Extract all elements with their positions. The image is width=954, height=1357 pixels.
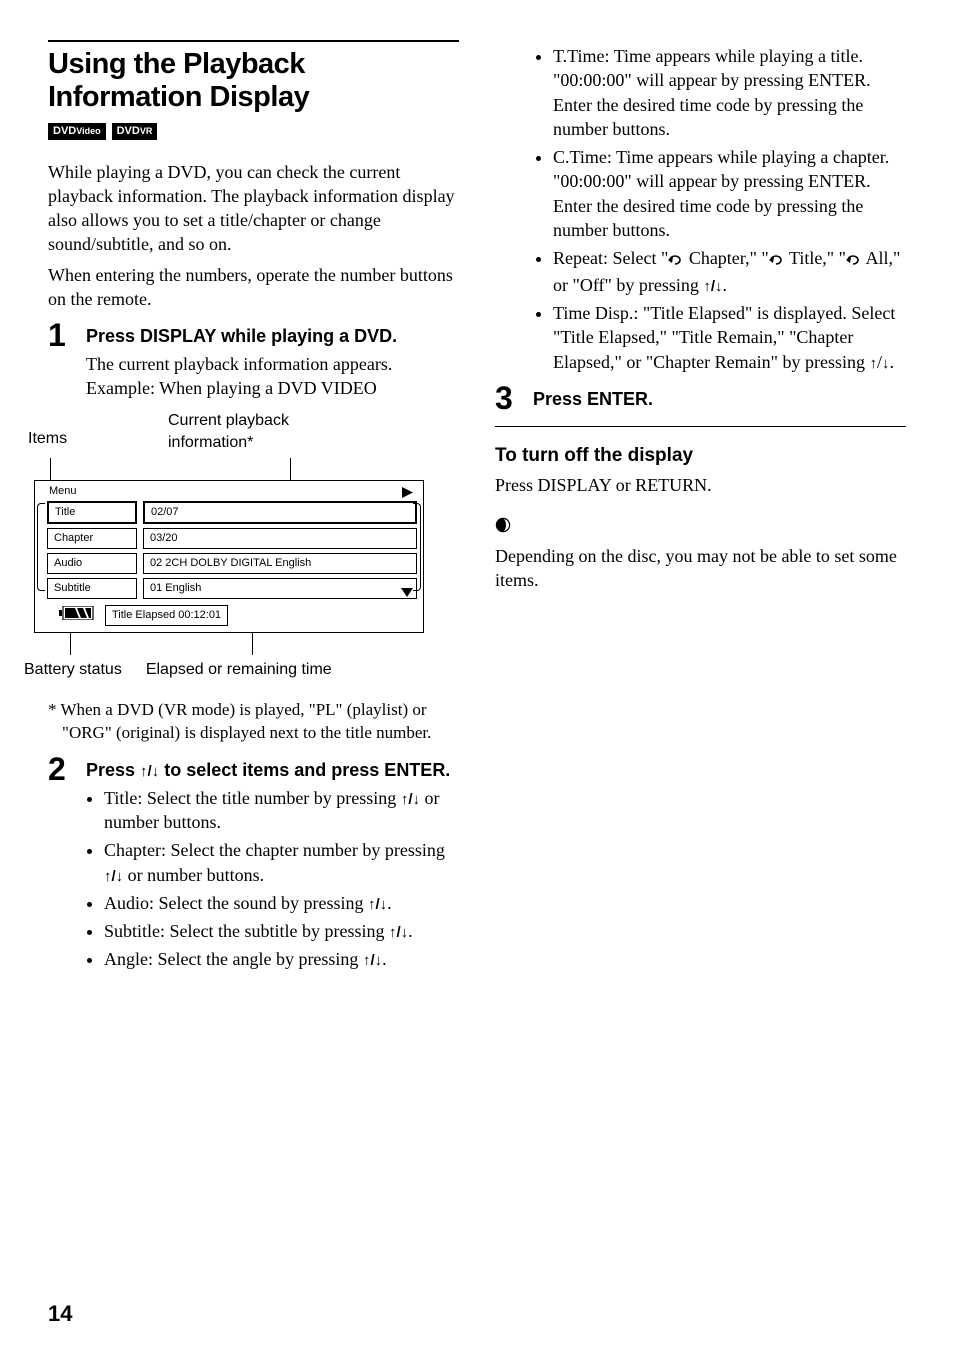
bullet-chapter: Chapter: Select the chapter number by pr…: [104, 838, 459, 887]
repeat-icon: [668, 248, 684, 272]
osd-row-audio-label: Audio: [47, 553, 137, 574]
bullet-repeat: Repeat: Select " Chapter," " Title," " A…: [553, 246, 906, 297]
step-2-number: 2: [48, 753, 74, 976]
step-2-bullets-right: T.Time: Time appears while playing a tit…: [535, 44, 906, 374]
footnote: * When a DVD (VR mode) is played, "PL" (…: [48, 699, 459, 745]
osd-row-audio-value: 02 2CH DOLBY DIGITAL English: [143, 553, 417, 574]
osd-elapsed-box: Title Elapsed 00:12:01: [105, 605, 228, 626]
updown-icon: ↑/↓: [368, 896, 387, 913]
bullet-subtitle: Subtitle: Select the subtitle by pressin…: [104, 919, 459, 943]
step-2-bullets-left: Title: Select the title number by pressi…: [86, 786, 459, 972]
step-3-heading: Press ENTER.: [533, 388, 906, 411]
repeat-icon: [769, 248, 785, 272]
osd-box: Menu Title 02/07 Chapter 03/20 Audio 02 …: [34, 480, 424, 634]
note-text: Depending on the disc, you may not be ab…: [495, 544, 906, 593]
diagram-label-info: Current playback information*: [168, 410, 289, 453]
bullet-ttime: T.Time: Time appears while playing a tit…: [553, 44, 906, 141]
updown-icon: ↑/↓: [140, 763, 159, 780]
note-icon: [495, 515, 511, 539]
osd-row-subtitle-value: 01 English: [143, 578, 417, 599]
step-1: 1 Press DISPLAY while playing a DVD. The…: [48, 319, 459, 400]
osd-row-title-value: 02/07: [143, 501, 417, 524]
step-1-text-1: The current playback information appears…: [86, 352, 459, 376]
down-icon: ↓: [882, 355, 890, 372]
updown-icon: ↑/↓: [363, 952, 382, 969]
bullet-ctime: C.Time: Time appears while playing a cha…: [553, 145, 906, 242]
bullet-audio: Audio: Select the sound by pressing ↑/↓.: [104, 891, 459, 915]
bullet-timedisp: Time Disp.: "Title Elapsed" is displayed…: [553, 301, 906, 374]
osd-row-chapter-value: 03/20: [143, 528, 417, 549]
step-2-heading: Press ↑/↓ to select items and press ENTE…: [86, 759, 459, 782]
turnoff-heading: To turn off the display: [495, 443, 906, 469]
step-1-number: 1: [48, 319, 74, 400]
format-badges: DVDVideo DVDVR: [48, 123, 459, 140]
step-1-heading: Press DISPLAY while playing a DVD.: [86, 325, 459, 348]
play-icon: [402, 487, 413, 503]
updown-icon: ↑/↓: [389, 924, 408, 941]
bullet-angle: Angle: Select the angle by pressing ↑/↓.: [104, 947, 459, 971]
title-rule: [48, 40, 459, 42]
step-3-number: 3: [495, 382, 521, 415]
diagram-label-items: Items: [28, 410, 168, 453]
up-icon: ↑: [869, 355, 877, 372]
osd-row-title-label: Title: [47, 501, 137, 524]
osd-diagram: Items Current playback information* Menu: [28, 410, 459, 681]
bullet-title: Title: Select the title number by pressi…: [104, 786, 459, 835]
badge-dvdvr: DVDVR: [112, 123, 158, 140]
updown-icon: ↑/↓: [401, 791, 420, 808]
intro-paragraph-1: While playing a DVD, you can check the c…: [48, 160, 459, 257]
badge-dvdvideo: DVDVideo: [48, 123, 106, 140]
repeat-icon: [846, 248, 862, 272]
osd-row-subtitle-label: Subtitle: [47, 578, 137, 599]
step-1-text-2: Example: When playing a DVD VIDEO: [86, 376, 459, 400]
scroll-down-icon: [401, 582, 413, 604]
left-column: Using the Playback Information Display D…: [48, 40, 459, 976]
updown-icon: ↑/↓: [104, 868, 123, 885]
osd-row-chapter-label: Chapter: [47, 528, 137, 549]
right-column: T.Time: Time appears while playing a tit…: [495, 40, 906, 976]
diagram-label-battery: Battery status: [24, 659, 122, 681]
section-title: Using the Playback Information Display: [48, 48, 459, 115]
osd-menu-label: Menu: [35, 481, 423, 500]
step-2: 2 Press ↑/↓ to select items and press EN…: [48, 753, 459, 976]
page-number: 14: [48, 1299, 72, 1329]
diagram-label-elapsed: Elapsed or remaining time: [146, 659, 332, 681]
battery-icon: [59, 605, 95, 627]
intro-paragraph-2: When entering the numbers, operate the n…: [48, 263, 459, 312]
divider: [495, 426, 906, 427]
updown-icon: ↑/↓: [703, 278, 722, 295]
turnoff-body: Press DISPLAY or RETURN.: [495, 473, 906, 497]
step-3: 3 Press ENTER.: [495, 382, 906, 415]
